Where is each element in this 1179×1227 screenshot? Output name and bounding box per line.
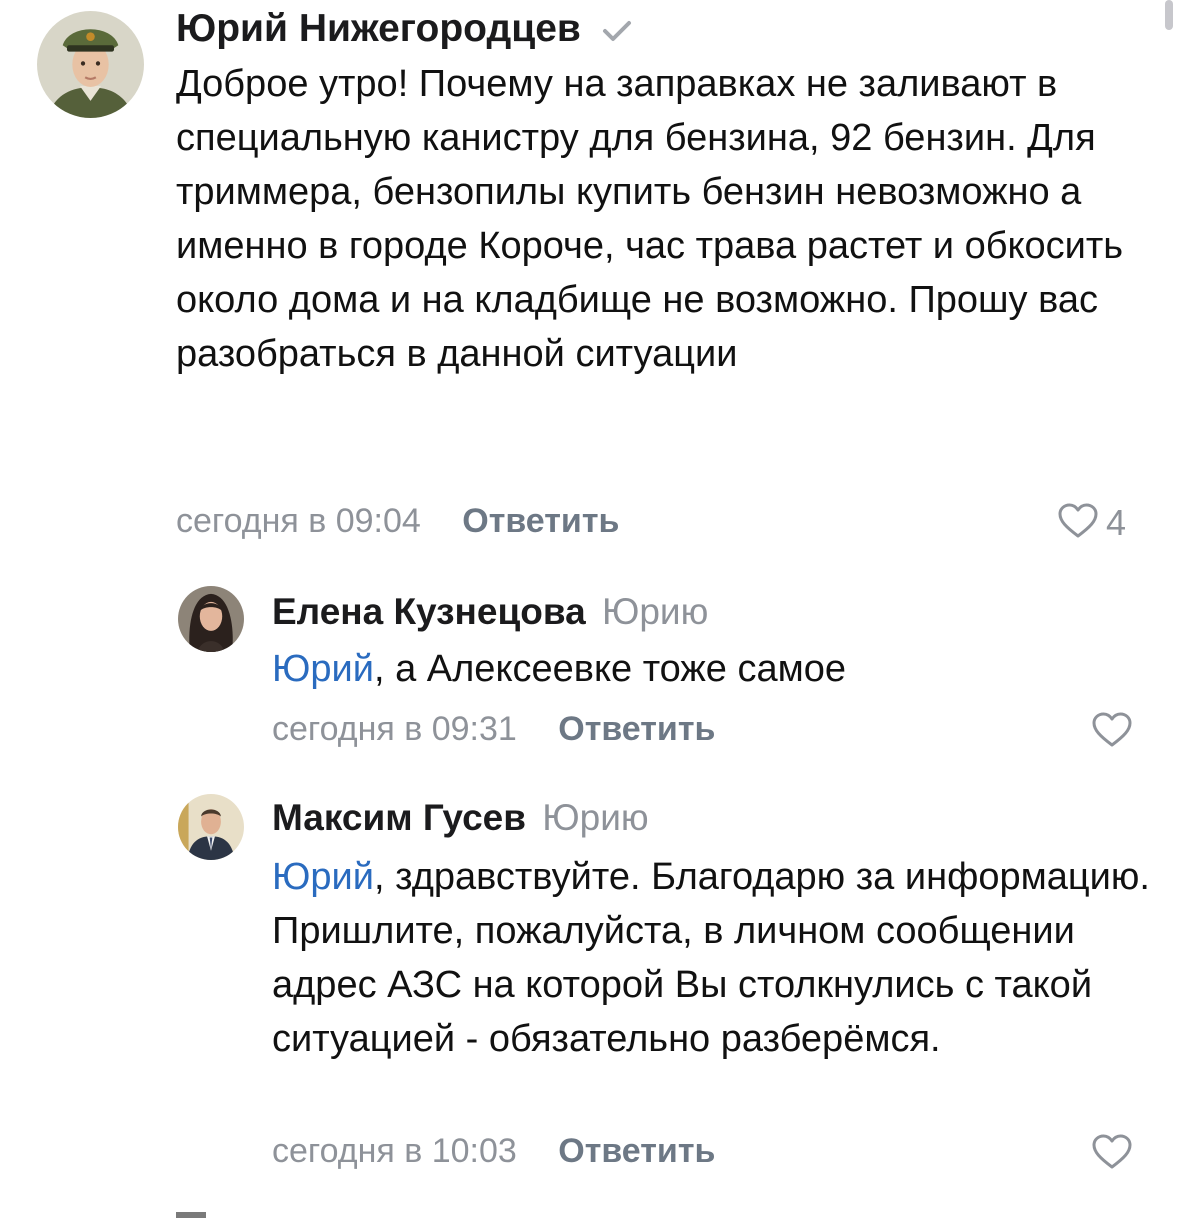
heart-outline-icon [1058,503,1098,544]
avatar-yuri-photo [37,11,144,118]
mention-link[interactable]: Юрий [272,856,374,898]
author-name[interactable]: Юрий Нижегородцев [176,7,581,50]
comment-text: Юрий, здравствуйте. Благодарю за информа… [272,850,1152,1066]
like-count: 4 [1106,502,1127,543]
comment-body: , а Алексеевке тоже самое [373,648,847,690]
comment-text: Юрий, а Алексеевке тоже самое [272,642,1132,696]
reply-to-label[interactable]: Юрию [542,797,648,838]
author-name[interactable]: Максим Гусев [272,797,526,838]
author-name-line: Юрий Нижегородцев [176,6,632,54]
heart-outline-icon [1092,1134,1132,1175]
comment-time: сегодня в 09:31 [272,710,517,748]
reply-button[interactable]: Ответить [558,710,715,748]
comment-meta: сегодня в 10:03 Ответить [272,1132,715,1171]
like-button[interactable] [1092,1134,1132,1175]
heart-outline-icon [1092,712,1132,753]
comment-yuri: Юрий Нижегородцев Доброе утро! Почему на… [0,0,1179,560]
author-name[interactable]: Елена Кузнецова [272,591,586,632]
comment-meta: сегодня в 09:04 Ответить [176,502,619,541]
like-button[interactable] [1092,712,1132,753]
like-button[interactable]: 4 [1058,502,1126,544]
mention-link[interactable]: Юрий [272,648,374,690]
comment-text: Доброе утро! Почему на заправках не зали… [176,63,1124,375]
avatar-elena[interactable] [178,586,244,652]
author-name-line: Максим Гусев Юрию [272,796,649,840]
comment-body: , здравствуйте. Благодарю за информацию.… [272,856,1150,1060]
avatar-yuri[interactable] [37,11,144,118]
reply-button[interactable]: Ответить [462,502,619,540]
avatar-maksim[interactable] [178,794,244,860]
avatar-maksim-photo [178,794,244,860]
author-name-line: Елена Кузнецова Юрию [272,590,708,634]
comment-maksim: Максим Гусев Юрию Юрий, здравствуйте. Бл… [0,770,1179,1190]
checkmark-icon [602,8,632,54]
next-comment-cut-off [176,1212,206,1218]
avatar-elena-photo [178,586,244,652]
comment-time: сегодня в 09:04 [176,502,421,540]
comment-meta: сегодня в 09:31 Ответить [272,710,715,749]
comment-elena: Елена Кузнецова Юрию Юрий, а Алексеевке … [0,560,1179,760]
reply-to-label[interactable]: Юрию [602,591,708,632]
reply-button[interactable]: Ответить [558,1132,715,1170]
comment-time: сегодня в 10:03 [272,1132,517,1170]
